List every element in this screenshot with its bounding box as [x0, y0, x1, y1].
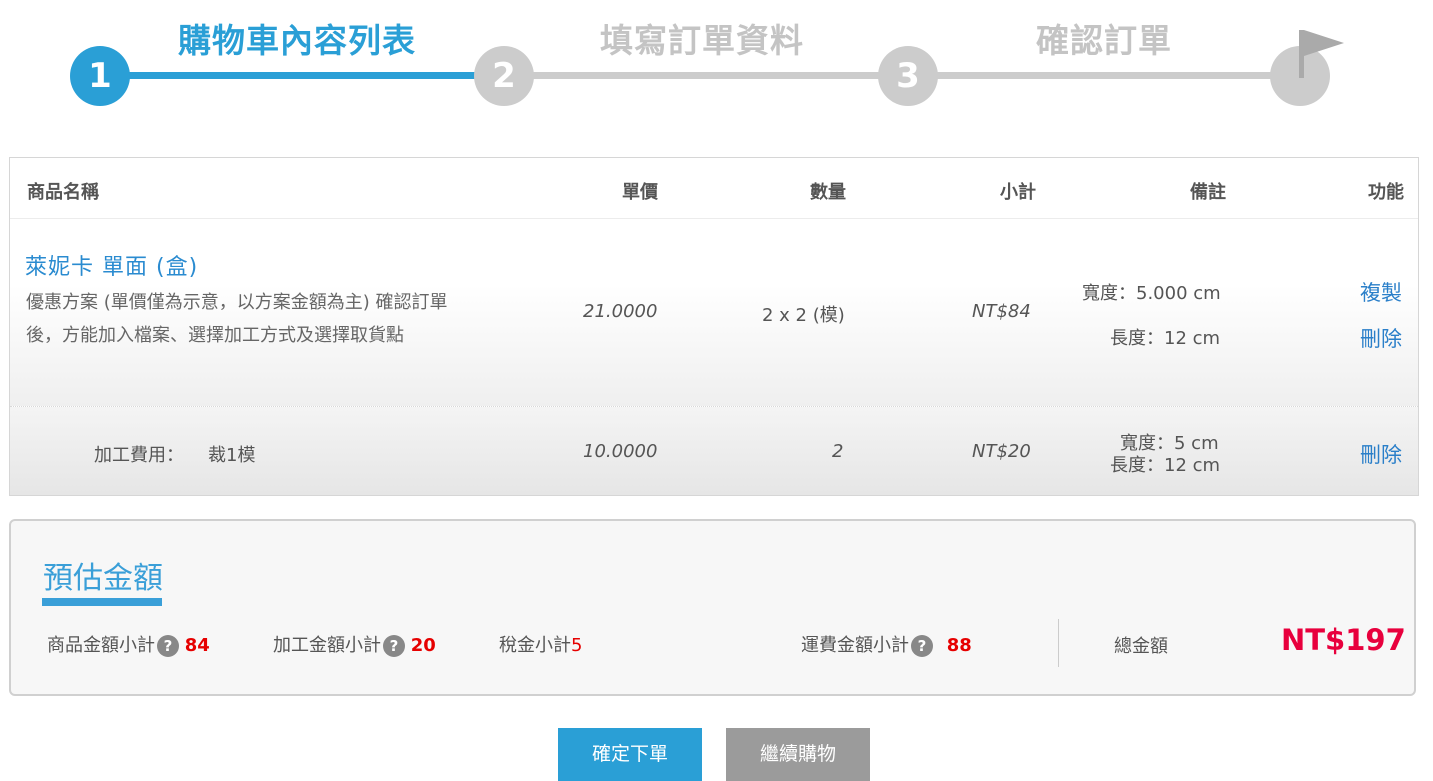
estimate-title-underline [42, 598, 162, 606]
step-2-title: 填寫訂單資料 [600, 21, 804, 60]
processing-subtotal-label: 加工金額小計 [273, 635, 381, 656]
product-subtotal: NT$84 [972, 301, 1031, 322]
processing-fee-label: 加工費用： [94, 445, 184, 466]
product-name-link[interactable]: 萊妮卡 單面 (盒) [25, 249, 198, 281]
header-action: 功能 [1368, 182, 1404, 203]
table-row-processing: 加工費用： 裁1模 10.0000 2 NT$20 寬度：5 cm 長度：12 … [10, 407, 1418, 495]
product-quantity: 2 x 2 (模) [762, 305, 845, 326]
processing-fee-value: 裁1模 [208, 445, 256, 466]
delete-product-button[interactable]: 刪除 [1360, 323, 1402, 353]
tax-label: 稅金小計 [499, 635, 571, 656]
processing-subtotal-value: 20 [410, 635, 436, 656]
tax-value: 5 [571, 635, 583, 656]
step-2-circle: 2 [474, 46, 534, 106]
processing-quantity: 2 [832, 441, 844, 462]
header-subtotal: 小計 [1000, 182, 1036, 203]
finish-flag-icon [1304, 30, 1344, 56]
tax-subtotal-item: 稅金小計5 [499, 631, 582, 657]
header-note: 備註 [1190, 182, 1226, 203]
product-subtotal-value: 84 [184, 635, 210, 656]
product-note-width: 寬度：5.000 cm [1082, 283, 1221, 304]
table-row-product: 萊妮卡 單面 (盒) 優惠方案 (單價僅為示意，以方案金額為主) 確認訂單後，方… [10, 219, 1418, 407]
estimate-divider [1058, 619, 1059, 667]
estimate-panel: 預估金額 商品金額小計? 84 加工金額小計? 20 稅金小計5 運費金額小計?… [9, 519, 1416, 696]
product-unit-price: 21.0000 [583, 301, 658, 322]
estimate-title: 預估金額 [43, 561, 163, 596]
step-3-title: 確認訂單 [1036, 21, 1172, 60]
help-icon[interactable]: ? [911, 635, 933, 657]
product-subtotal-label: 商品金額小計 [47, 635, 155, 656]
help-icon[interactable]: ? [383, 635, 405, 657]
cart-table: 商品名稱 單價 數量 小計 備註 功能 萊妮卡 單面 (盒) 優惠方案 (單價僅… [9, 157, 1419, 496]
continue-shopping-button[interactable]: 繼續購物 [726, 728, 870, 781]
copy-button[interactable]: 複製 [1360, 277, 1402, 307]
product-note-length: 長度：12 cm [1110, 328, 1221, 349]
step-progress-active [100, 72, 506, 79]
shipping-label: 運費金額小計 [801, 635, 909, 656]
step-1-title: 購物車內容列表 [178, 21, 416, 60]
product-subtotal-item: 商品金額小計? 84 [47, 631, 210, 657]
help-icon[interactable]: ? [157, 635, 179, 657]
total-value: NT$197 [1281, 623, 1406, 657]
processing-unit-price: 10.0000 [583, 441, 658, 462]
shipping-value: 88 [946, 635, 972, 656]
product-promo-text: 優惠方案 (單價僅為示意，以方案金額為主) 確認訂單後，方能加入檔案、選擇加工方… [26, 292, 448, 346]
header-product-name: 商品名稱 [27, 182, 99, 203]
table-header: 商品名稱 單價 數量 小計 備註 功能 [10, 158, 1418, 219]
processing-subtotal-item: 加工金額小計? 20 [273, 631, 436, 657]
header-quantity: 數量 [810, 182, 846, 203]
delete-processing-button[interactable]: 刪除 [1360, 439, 1402, 469]
step-3-circle: 3 [878, 46, 938, 106]
header-unit-price: 單價 [622, 182, 658, 203]
checkout-steps: 1 購物車內容列表 2 填寫訂單資料 3 確認訂單 [0, 0, 1433, 120]
total-label: 總金額 [1114, 636, 1168, 657]
shipping-subtotal-item: 運費金額小計? 88 [801, 631, 972, 657]
processing-subtotal: NT$20 [972, 441, 1031, 462]
step-1-circle: 1 [70, 46, 130, 106]
processing-note-length: 長度：12 cm [1110, 455, 1221, 476]
confirm-order-button[interactable]: 確定下單 [558, 728, 702, 781]
